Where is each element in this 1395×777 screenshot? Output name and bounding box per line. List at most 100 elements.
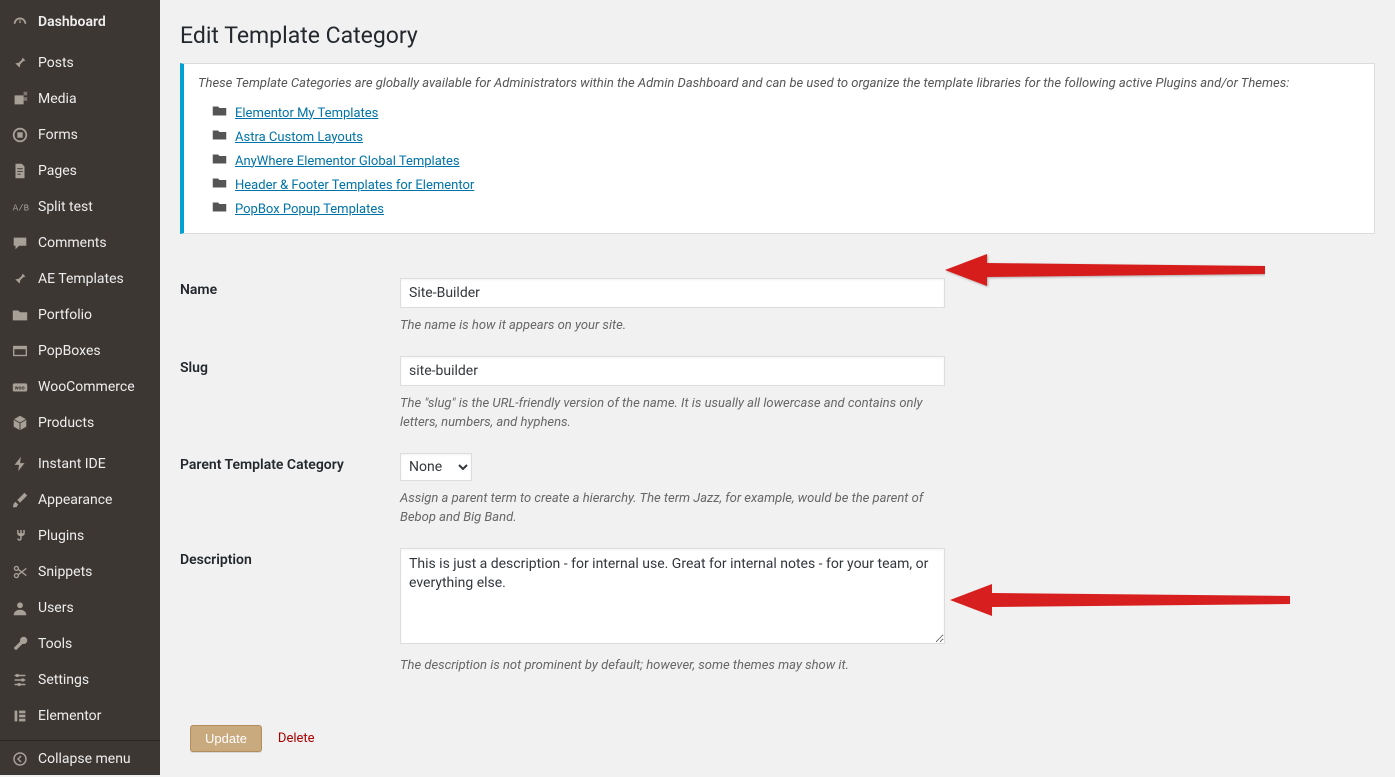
sidebar-item-label: Snippets	[38, 564, 92, 580]
sidebar-item-label: Posts	[38, 55, 74, 71]
notice-link[interactable]: PopBox Popup Templates	[235, 202, 384, 217]
sliders-icon	[10, 670, 30, 690]
media-icon	[10, 89, 30, 109]
update-button[interactable]: Update	[190, 725, 262, 752]
name-label: Name	[180, 278, 400, 336]
sidebar-item-pages[interactable]: Pages	[0, 153, 160, 189]
folder-icon	[212, 129, 227, 145]
comment-icon	[10, 233, 30, 253]
sidebar-item-label: Forms	[38, 127, 78, 143]
folder-icon	[10, 305, 30, 325]
sidebar-item-users[interactable]: Users	[0, 590, 160, 626]
sidebar-item-label: Tools	[38, 636, 72, 652]
collapse-icon	[10, 749, 30, 769]
parent-label: Parent Template Category	[180, 453, 400, 528]
sidebar-item-label: Settings	[38, 672, 89, 688]
sidebar-item-label: Comments	[38, 235, 107, 251]
description-label: Description	[180, 548, 400, 676]
name-help: The name is how it appears on your site.	[400, 316, 945, 336]
svg-text:A/B: A/B	[13, 204, 29, 214]
slug-label: Slug	[180, 356, 400, 433]
page-icon	[10, 161, 30, 181]
notice-link[interactable]: AnyWhere Elementor Global Templates	[235, 154, 460, 169]
sidebar-item-label: WooCommerce	[38, 379, 135, 395]
notice-link[interactable]: Elementor My Templates	[235, 106, 378, 121]
sidebar-item-label: Portfolio	[38, 307, 92, 323]
sidebar-item-label: Products	[38, 415, 94, 431]
notice-link-item: Astra Custom Layouts	[212, 125, 1360, 149]
folder-icon	[212, 105, 227, 121]
sidebar-item-media[interactable]: Media	[0, 81, 160, 117]
sidebar-item-portfolio[interactable]: Portfolio	[0, 297, 160, 333]
sidebar-item-comments[interactable]: Comments	[0, 225, 160, 261]
main-content: Edit Template Category These Template Ca…	[160, 0, 1395, 775]
sidebar-item-label: Pages	[38, 163, 77, 179]
collapse-menu[interactable]: Collapse menu	[0, 740, 160, 777]
sidebar-item-instant-ide[interactable]: Instant IDE	[0, 446, 160, 482]
sidebar-item-split-test[interactable]: A/B Split test	[0, 189, 160, 225]
form-actions: Update Delete	[180, 725, 1375, 752]
slug-input[interactable]	[400, 356, 945, 386]
sidebar-item-snippets[interactable]: Snippets	[0, 554, 160, 590]
sidebar-item-label: Plugins	[38, 528, 84, 544]
sidebar-item-products[interactable]: Products	[0, 405, 160, 441]
sidebar-item-woocommerce[interactable]: woo WooCommerce	[0, 369, 160, 405]
woo-icon: woo	[10, 377, 30, 397]
description-help: The description is not prominent by defa…	[400, 656, 945, 676]
sidebar-item-label: Appearance	[38, 492, 112, 508]
bolt-icon	[10, 454, 30, 474]
popup-icon	[10, 341, 30, 361]
description-textarea[interactable]: This is just a description - for interna…	[400, 548, 945, 644]
sidebar-item-label: Users	[38, 600, 74, 616]
folder-icon	[212, 153, 227, 169]
sidebar-item-label: Split test	[38, 199, 93, 215]
sidebar-item-label: AE Templates	[38, 271, 124, 287]
scissors-icon	[10, 562, 30, 582]
parent-select[interactable]: None	[400, 453, 472, 481]
wrench-icon	[10, 634, 30, 654]
admin-sidebar: Dashboard Posts Media Forms Pages A/B Split te…	[0, 0, 160, 775]
delete-link[interactable]: Delete	[278, 731, 315, 746]
split-icon: A/B	[10, 197, 30, 217]
pin-icon	[10, 53, 30, 73]
collapse-label: Collapse menu	[38, 751, 131, 767]
notice-description: These Template Categories are globally a…	[198, 76, 1360, 91]
svg-text:woo: woo	[15, 386, 25, 392]
brush-icon	[10, 490, 30, 510]
sidebar-item-appearance[interactable]: Appearance	[0, 482, 160, 518]
sidebar-item-settings[interactable]: Settings	[0, 662, 160, 698]
pin-icon	[10, 269, 30, 289]
sidebar-item-plugins[interactable]: Plugins	[0, 518, 160, 554]
parent-help: Assign a parent term to create a hierarc…	[400, 489, 945, 528]
user-icon	[10, 598, 30, 618]
notice-link-item: Elementor My Templates	[212, 101, 1360, 125]
notice-link-list: Elementor My Templates Astra Custom Layou…	[198, 101, 1360, 221]
sidebar-item-forms[interactable]: Forms	[0, 117, 160, 153]
sidebar-item-dashboard[interactable]: Dashboard	[0, 4, 160, 40]
notice-link-item: PopBox Popup Templates	[212, 197, 1360, 221]
forms-icon	[10, 125, 30, 145]
notice-link[interactable]: Astra Custom Layouts	[235, 130, 363, 145]
sidebar-item-label: Dashboard	[38, 14, 106, 30]
sidebar-item-label: Elementor	[38, 708, 101, 724]
elementor-icon	[10, 706, 30, 726]
sidebar-item-tools[interactable]: Tools	[0, 626, 160, 662]
name-input[interactable]	[400, 278, 945, 308]
page-title: Edit Template Category	[180, 22, 1375, 49]
plug-icon	[10, 526, 30, 546]
slug-help: The "slug" is the URL-friendly version o…	[400, 394, 945, 433]
notice-link-item: AnyWhere Elementor Global Templates	[212, 149, 1360, 173]
edit-form: Name The name is how it appears on your …	[180, 258, 1375, 675]
sidebar-item-label: Instant IDE	[38, 456, 106, 472]
notice-link[interactable]: Header & Footer Templates for Elementor	[235, 178, 474, 193]
folder-icon	[212, 177, 227, 193]
sidebar-item-label: Media	[38, 91, 77, 107]
sidebar-item-elementor[interactable]: Elementor	[0, 698, 160, 734]
info-notice: These Template Categories are globally a…	[180, 63, 1375, 234]
package-icon	[10, 413, 30, 433]
sidebar-item-ae-templates[interactable]: AE Templates	[0, 261, 160, 297]
notice-link-item: Header & Footer Templates for Elementor	[212, 173, 1360, 197]
sidebar-item-popboxes[interactable]: PopBoxes	[0, 333, 160, 369]
folder-icon	[212, 201, 227, 217]
sidebar-item-posts[interactable]: Posts	[0, 45, 160, 81]
